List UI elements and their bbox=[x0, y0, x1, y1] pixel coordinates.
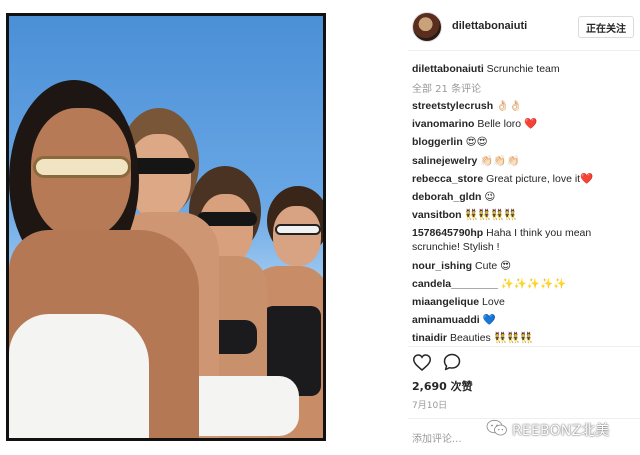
comment-item: miaangelique Love bbox=[412, 295, 636, 309]
comment-text: Beauties 👯👯👯 bbox=[449, 332, 533, 345]
comment-text: 👏🏻👏🏻👏🏻 bbox=[480, 154, 520, 167]
comment-username[interactable]: miaangelique bbox=[412, 296, 479, 308]
like-count[interactable]: 2,690 次赞 bbox=[412, 378, 473, 394]
comment-username[interactable]: vansitbon bbox=[412, 209, 462, 221]
comment-text: 👌🏻👌🏻 bbox=[496, 100, 523, 112]
comment-text: 😉 bbox=[484, 190, 496, 203]
comment-text: Cute 😍 bbox=[475, 259, 512, 272]
comment-username[interactable]: nour_ishing bbox=[412, 260, 472, 272]
avatar[interactable] bbox=[412, 12, 442, 42]
comment-username[interactable]: bloggerlin bbox=[412, 136, 463, 148]
comment-username[interactable]: rebecca_store bbox=[412, 173, 483, 185]
post-photo-frame bbox=[6, 13, 326, 441]
comment-item: salinejewelry 👏🏻👏🏻👏🏻 bbox=[412, 154, 636, 168]
comment-text: 😍😍 bbox=[465, 136, 488, 149]
post-date: 7月10日 bbox=[412, 401, 448, 411]
following-button[interactable]: 正在关注 bbox=[578, 16, 634, 38]
caption-text: Scrunchie team bbox=[486, 63, 560, 75]
comment-item: candela________ ✨✨✨✨✨ bbox=[412, 277, 636, 291]
post-username[interactable]: dilettabonaiuti bbox=[452, 20, 527, 32]
comments-section: dilettabonaiuti Scrunchie team 全部 21 条评论… bbox=[412, 62, 636, 346]
speech-bubble-icon[interactable] bbox=[442, 352, 462, 372]
comment-item: rebecca_store Great picture, love it❤️ bbox=[412, 172, 636, 186]
add-comment-input[interactable]: 添加评论... bbox=[412, 430, 462, 445]
caption: dilettabonaiuti Scrunchie team bbox=[412, 62, 636, 76]
watermark: REEBONZ北美 bbox=[486, 419, 610, 442]
comment-item: bloggerlin 😍😍 bbox=[412, 135, 636, 149]
comment-item: vansitbon 👯👯👯👯 bbox=[412, 208, 636, 222]
caption-username[interactable]: dilettabonaiuti bbox=[412, 63, 484, 75]
watermark-text: REEBONZ北美 bbox=[512, 423, 610, 439]
comment-username[interactable]: aminamuaddi bbox=[412, 314, 480, 326]
comment-item: ivanomarino Belle loro ❤️ bbox=[412, 117, 636, 131]
wechat-logo-icon bbox=[486, 419, 508, 442]
comment-text: 👯👯👯👯 bbox=[464, 209, 517, 222]
photo-person-1-sunglasses bbox=[33, 156, 131, 178]
comment-username[interactable]: 1578645790hp bbox=[412, 227, 483, 239]
photo-person-4-sunglasses bbox=[275, 224, 321, 235]
heart-outline-icon[interactable] bbox=[412, 352, 432, 372]
comment-item: aminamuaddi 💙 bbox=[412, 313, 636, 327]
action-bar bbox=[412, 352, 492, 374]
comment-item: streetstylecrush 👌🏻👌🏻 bbox=[412, 99, 636, 113]
post-sidebar: dilettabonaiuti 正在关注 dilettabonaiuti Scr… bbox=[408, 0, 640, 455]
comment-item: nour_ishing Cute 😍 bbox=[412, 259, 636, 273]
comment-username[interactable]: salinejewelry bbox=[412, 155, 477, 167]
comment-username[interactable]: streetstylecrush bbox=[412, 100, 493, 112]
post-photo[interactable] bbox=[9, 16, 323, 438]
comment-text: Great picture, love it❤️ bbox=[486, 172, 594, 185]
comment-username[interactable]: ivanomarino bbox=[412, 118, 474, 130]
post-header: dilettabonaiuti 正在关注 bbox=[408, 10, 640, 46]
comment-username[interactable]: candela________ bbox=[412, 278, 498, 290]
comment-text: 💙 bbox=[482, 314, 496, 327]
comments-divider bbox=[408, 346, 640, 347]
comment-text: Belle loro ❤️ bbox=[477, 118, 538, 131]
comment-text: Love bbox=[482, 295, 505, 308]
header-divider bbox=[408, 50, 640, 51]
comment-item: deborah_gldn 😉 bbox=[412, 190, 636, 204]
view-all-comments-link[interactable]: 全部 21 条评论 bbox=[412, 80, 636, 95]
comment-text: ✨✨✨✨✨ bbox=[500, 277, 567, 290]
comment-list: streetstylecrush 👌🏻👌🏻 ivanomarino Belle l… bbox=[412, 99, 636, 345]
comment-username[interactable]: deborah_gldn bbox=[412, 191, 481, 203]
comment-username[interactable]: tinaidir bbox=[412, 332, 447, 344]
footer-divider bbox=[408, 418, 640, 419]
comment-item: 1578645790hp Haha I think you mean scrun… bbox=[412, 226, 636, 254]
comment-item: tinaidir Beauties 👯👯👯 bbox=[412, 331, 636, 345]
photo-person-4-face bbox=[273, 206, 321, 266]
photo-person-1-swimsuit bbox=[9, 314, 149, 438]
